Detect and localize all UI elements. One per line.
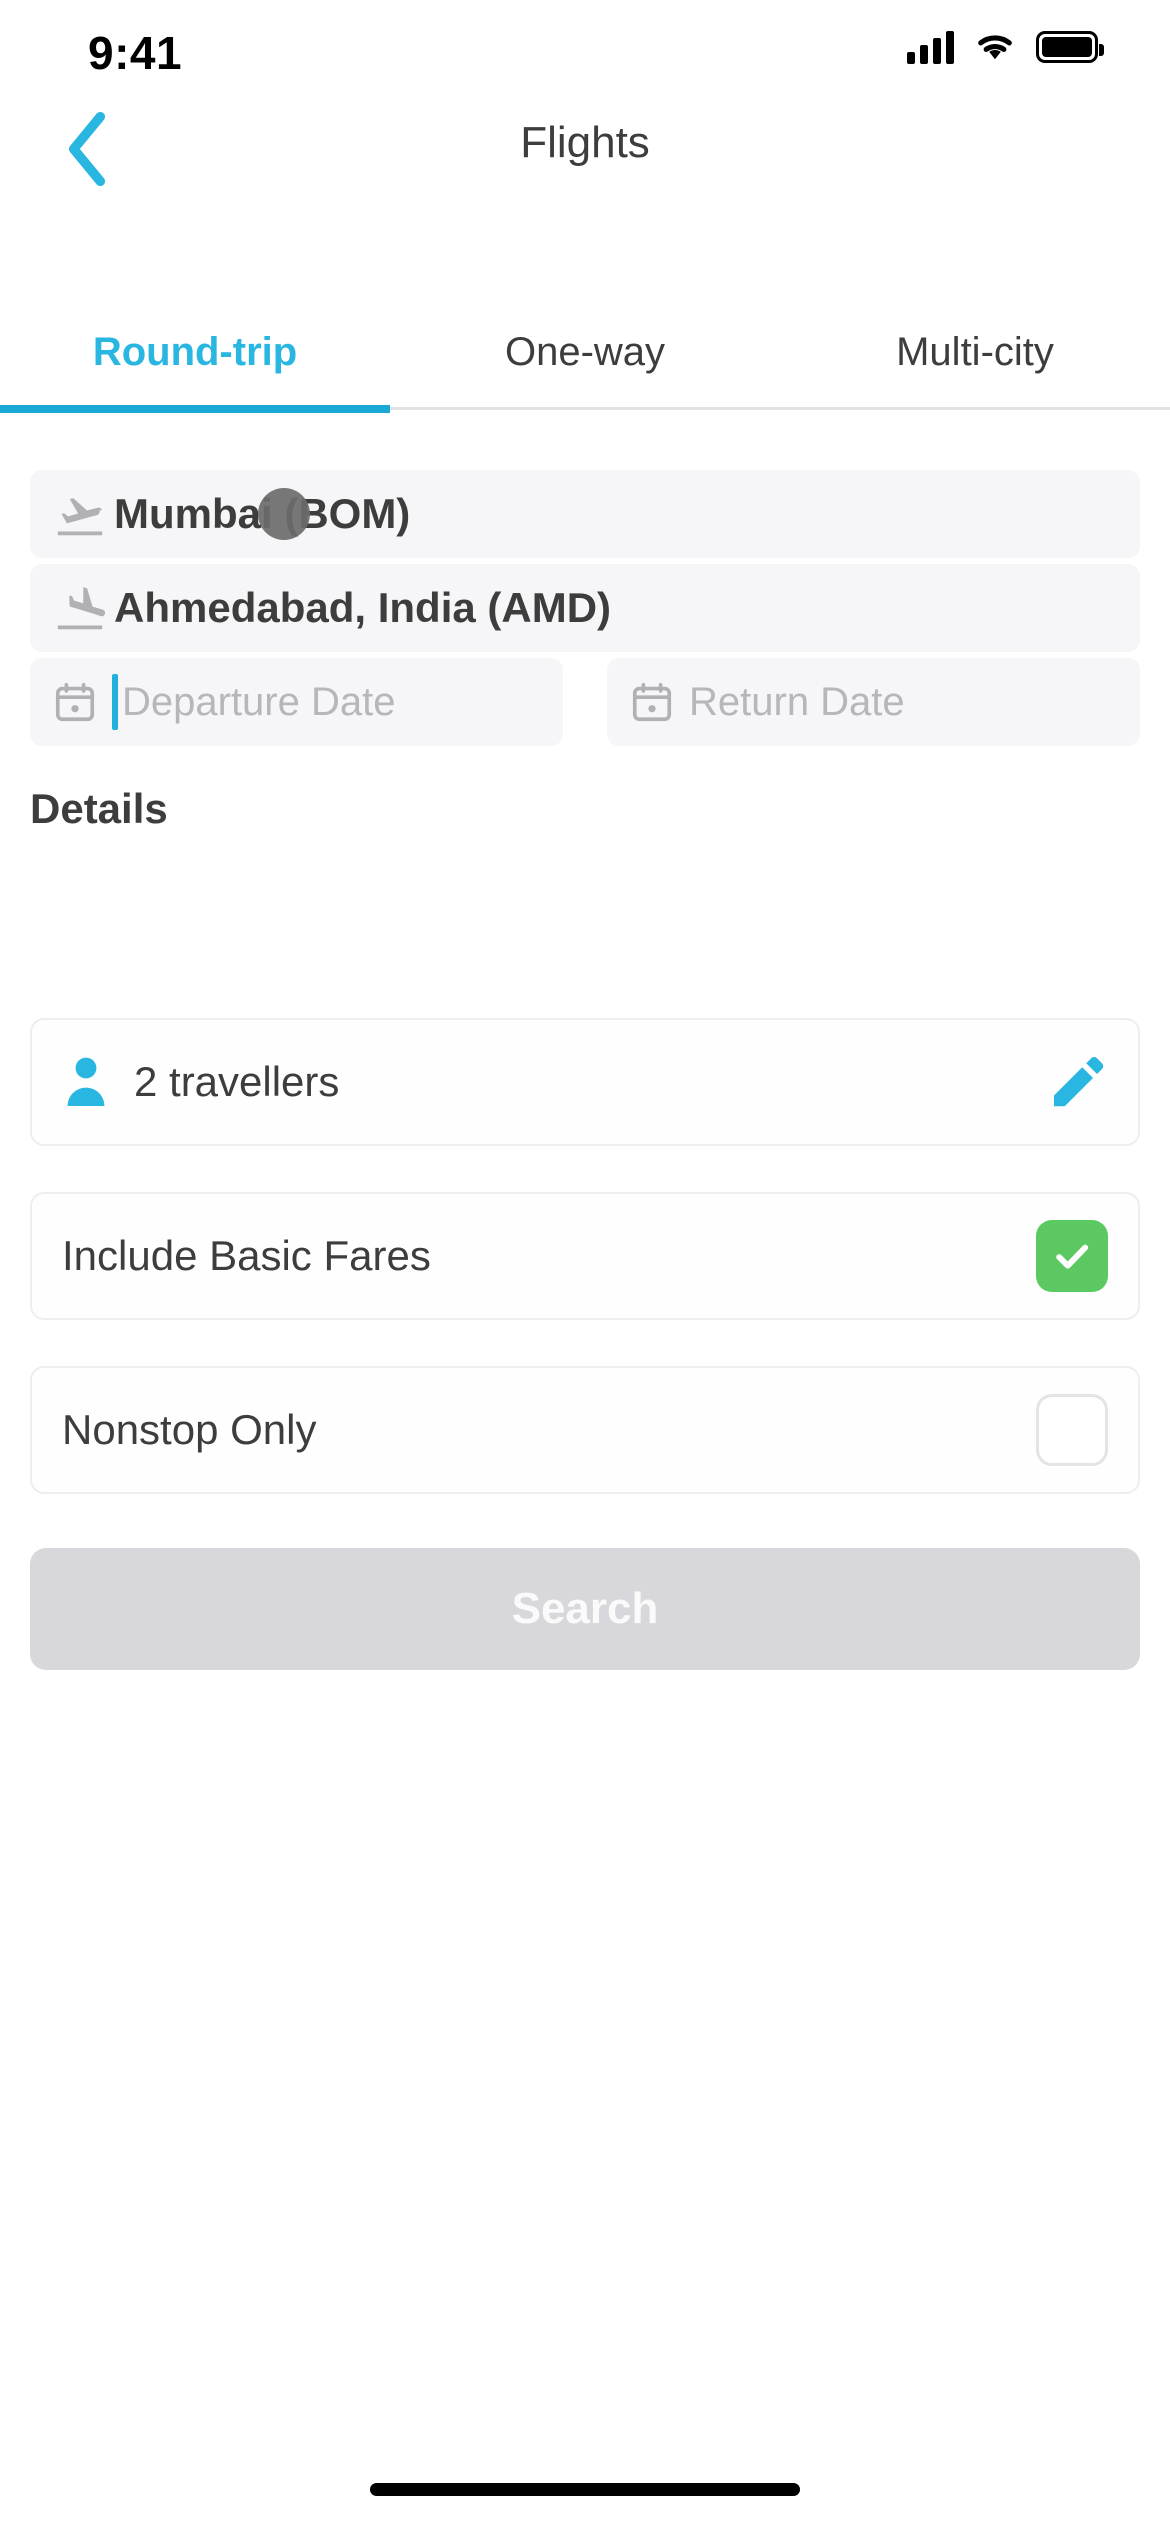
date-fields-row: Departure Date Return Date [30,658,1140,746]
flight-search-screen: 9:41 Flights Round-trip One-way Multi-ci… [0,0,1170,2532]
person-icon [67,1057,105,1106]
flight-land-icon [52,580,108,636]
return-date-placeholder: Return Date [689,679,905,724]
include-basic-fares-label: Include Basic Fares [62,1232,431,1279]
tab-multi-city[interactable]: Multi-city [780,294,1170,410]
travellers-label-group: 2 travellers [62,1052,1044,1112]
status-bar-indicators [907,30,1104,64]
wifi-icon [978,35,1012,60]
destination-airport-field[interactable]: Ahmedabad, India (AMD) [30,564,1140,652]
nonstop-only-label: Nonstop Only [62,1406,317,1453]
nonstop-label-group: Nonstop Only [62,1406,1036,1454]
page-header: Flights [0,96,1170,200]
checkmark-icon [1056,1244,1089,1269]
include-basic-fares-row[interactable]: Include Basic Fares [30,1192,1140,1320]
battery-full-icon [1036,31,1104,63]
departure-date-placeholder: Departure Date [122,679,396,724]
include-basic-fares-checkbox[interactable] [1036,1220,1108,1292]
flight-takeoff-icon [52,486,108,542]
tab-one-way[interactable]: One-way [390,294,780,410]
edit-travellers-button[interactable] [1044,1050,1108,1114]
calendar-icon [55,682,95,722]
status-bar: 9:41 [0,0,1170,96]
origin-airport-field[interactable]: Mumbai (BOM) [30,470,1140,558]
tab-round-trip[interactable]: Round-trip [0,294,390,413]
nonstop-only-row[interactable]: Nonstop Only [30,1366,1140,1494]
page-title: Flights [520,118,650,167]
travellers-row[interactable]: 2 travellers [30,1018,1140,1146]
tap-indicator [258,488,310,540]
calendar-icon [632,682,672,722]
departure-date-field[interactable]: Departure Date [30,658,563,746]
search-button[interactable]: Search [30,1548,1140,1670]
text-cursor [112,674,118,730]
return-date-field[interactable]: Return Date [607,658,1140,746]
travellers-count-label: 2 travellers [134,1058,340,1105]
trip-type-tabs: Round-trip One-way Multi-city [0,294,1170,413]
basic-fares-label-group: Include Basic Fares [62,1232,1036,1280]
home-indicator [370,2483,800,2496]
search-button-label: Search [511,1584,659,1633]
nonstop-only-checkbox[interactable] [1036,1394,1108,1466]
pencil-edit-icon [1054,1057,1104,1107]
destination-value: Ahmedabad, India (AMD) [114,584,612,631]
cellular-signal-icon [907,30,954,64]
status-bar-time: 9:41 [88,27,183,79]
details-heading: Details [30,785,168,832]
